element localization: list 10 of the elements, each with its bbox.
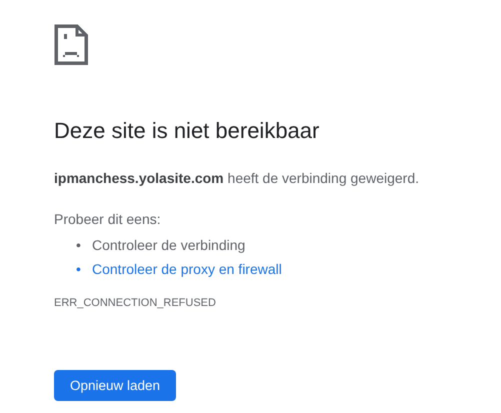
error-heading: Deze site is niet bereikbaar: [54, 117, 320, 145]
suggestion-link[interactable]: Controleer de proxy en firewall: [92, 257, 282, 281]
reload-button[interactable]: Opnieuw laden: [54, 370, 176, 401]
suggestion-text: Controleer de verbinding: [92, 236, 246, 255]
sad-page-icon: [54, 24, 88, 65]
suggestions-intro: Probeer dit eens:: [54, 210, 161, 229]
bullet: •: [76, 260, 82, 279]
bullet: •: [76, 236, 82, 255]
error-description: ipmanchess.yolasite.com heeft de verbinding geweigerd.: [54, 169, 419, 188]
error-code: ERR_CONNECTION_REFUSED: [54, 296, 216, 310]
